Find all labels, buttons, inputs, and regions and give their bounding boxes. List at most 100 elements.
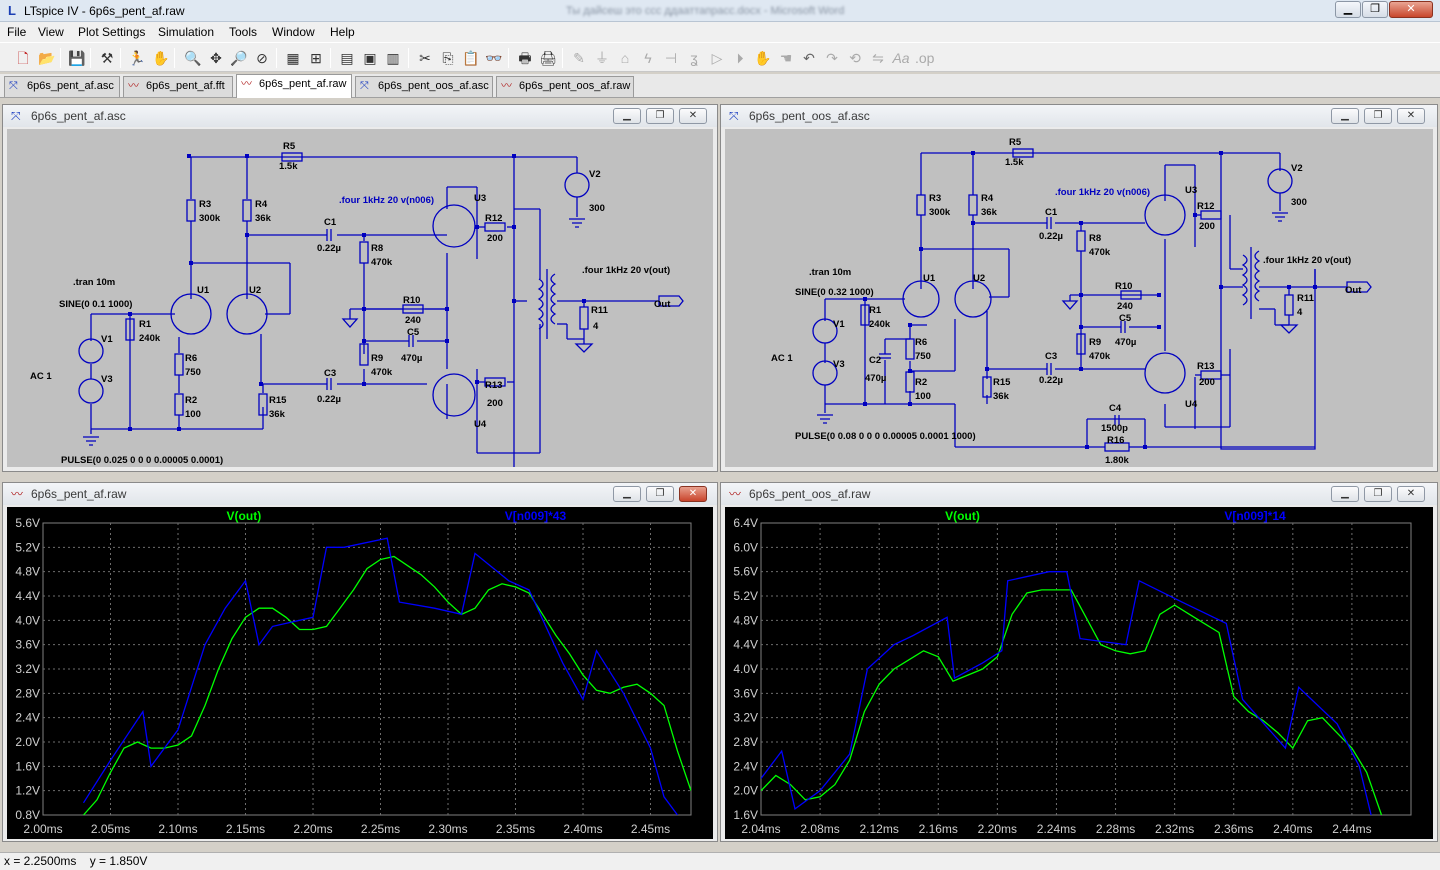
text-icon[interactable]: Aa bbox=[892, 49, 910, 67]
x-tick-label: 2.20ms bbox=[978, 822, 1017, 836]
zoom-out-icon[interactable]: 🔎 bbox=[230, 49, 248, 67]
halt-icon[interactable]: ✋ bbox=[152, 49, 170, 67]
pane-close-button[interactable]: ✕ bbox=[679, 108, 707, 124]
svg-text:.tran 10m: .tran 10m bbox=[73, 277, 115, 288]
maximize-button[interactable]: ❐ bbox=[1362, 1, 1388, 18]
svg-text:R9: R9 bbox=[1089, 337, 1101, 348]
pane-restore-button[interactable]: ❐ bbox=[646, 486, 674, 502]
autorange-icon[interactable]: ▦ bbox=[284, 49, 302, 67]
tab-6p6s-pent-af-raw[interactable]: 〰 6p6s_pent_af.raw bbox=[236, 74, 352, 98]
resistor-icon[interactable]: ϟ bbox=[639, 49, 657, 67]
y-tick-label: 3.6V bbox=[15, 638, 40, 652]
open-icon[interactable]: 📂 bbox=[38, 49, 56, 67]
schematic-canvas-2[interactable]: R5 1.5k R3 300k R4 36k C1 0.22µ R8 470k U3 R1… bbox=[725, 129, 1433, 467]
undo-icon[interactable]: ↶ bbox=[800, 49, 818, 67]
svg-text:R5: R5 bbox=[283, 141, 296, 152]
control-panel-icon[interactable]: ⚒ bbox=[98, 49, 116, 67]
run-icon[interactable]: 🏃 bbox=[128, 49, 146, 67]
cut-icon[interactable]: ✂ bbox=[416, 49, 434, 67]
mirror-icon[interactable]: ⇋ bbox=[869, 49, 887, 67]
x-tick-label: 2.40ms bbox=[563, 822, 602, 836]
svg-text:R3: R3 bbox=[929, 193, 941, 204]
copy-icon[interactable]: ⎘ bbox=[439, 49, 457, 67]
move-icon[interactable]: ✋ bbox=[754, 49, 772, 67]
pane-title: 6p6s_pent_oos_af.asc bbox=[749, 109, 870, 123]
svg-text:36k: 36k bbox=[981, 207, 998, 218]
x-tick-label: 2.45ms bbox=[631, 822, 670, 836]
label-icon[interactable]: ⌂ bbox=[616, 49, 634, 67]
print-icon[interactable]: 🖨 bbox=[539, 49, 557, 67]
tab-6p6s-pent-af-fft[interactable]: 〰 6p6s_pent_af.fft bbox=[123, 76, 233, 97]
drag-icon[interactable]: ☚ bbox=[777, 49, 795, 67]
x-tick-label: 2.08ms bbox=[800, 822, 839, 836]
wire-icon[interactable]: ✎ bbox=[570, 49, 588, 67]
legend-label: V[n009]*14 bbox=[1224, 509, 1286, 523]
pane-minimize-button[interactable]: ▁ bbox=[1331, 486, 1359, 502]
inductor-icon[interactable]: ʓ bbox=[685, 49, 703, 67]
diode-icon[interactable]: ▷ bbox=[708, 49, 726, 67]
svg-text:240: 240 bbox=[1117, 301, 1133, 312]
svg-text:.four 1kHz 20 v(out): .four 1kHz 20 v(out) bbox=[1263, 255, 1351, 266]
paste-icon[interactable]: 📋 bbox=[462, 49, 480, 67]
pane-restore-button[interactable]: ❐ bbox=[1364, 486, 1392, 502]
menu-simulation[interactable]: Simulation bbox=[158, 25, 214, 39]
capacitor-icon[interactable]: ⊣ bbox=[662, 49, 680, 67]
svg-text:R5: R5 bbox=[1009, 137, 1022, 148]
fit-icon[interactable]: ⊞ bbox=[307, 49, 325, 67]
pane-minimize-button[interactable]: ▁ bbox=[1331, 108, 1359, 124]
close-button[interactable]: ✕ bbox=[1389, 1, 1433, 18]
x-tick-label: 2.35ms bbox=[496, 822, 535, 836]
pane-close-button[interactable]: ✕ bbox=[1397, 486, 1425, 502]
menu-view[interactable]: View bbox=[38, 25, 64, 39]
menu-file[interactable]: File bbox=[7, 25, 26, 39]
tab-6p6s-pent-oos-af-raw[interactable]: 〰 6p6s_pent_oos_af.raw bbox=[496, 76, 634, 97]
y-tick-label: 5.2V bbox=[15, 540, 40, 554]
find-icon[interactable]: 👓 bbox=[485, 49, 503, 67]
menu-tools[interactable]: Tools bbox=[229, 25, 257, 39]
new-schematic-icon[interactable]: 🗋 bbox=[14, 49, 32, 67]
pane-close-button[interactable]: ✕ bbox=[679, 486, 707, 502]
tile-horizontal-icon[interactable]: ▤ bbox=[338, 49, 356, 67]
tab-6p6s-pent-oos-af-asc[interactable]: ⤧ 6p6s_pent_oos_af.asc bbox=[355, 76, 493, 97]
tile-vertical-icon[interactable]: ▥ bbox=[384, 49, 402, 67]
waveform-plot-1[interactable]: 5.6V 5.2V 4.8V 4.4V 4.0V 3.6V 3.2V 2.8V 2.4V 2.0V… bbox=[7, 507, 713, 839]
pane-restore-button[interactable]: ❐ bbox=[646, 108, 674, 124]
schematic-icon: ⤧ bbox=[9, 80, 18, 92]
menu-window[interactable]: Window bbox=[272, 25, 315, 39]
svg-text:1.80k: 1.80k bbox=[1105, 455, 1129, 466]
window-title: LTspice IV - 6p6s_pent_af.raw bbox=[24, 4, 185, 18]
pane-close-button[interactable]: ✕ bbox=[1397, 108, 1425, 124]
svg-text:C5: C5 bbox=[1119, 313, 1132, 324]
pan-icon[interactable]: ✥ bbox=[207, 49, 225, 67]
tab-6p6s-pent-af-asc[interactable]: ⤧ 6p6s_pent_af.asc bbox=[4, 76, 120, 97]
svg-text:4: 4 bbox=[593, 321, 599, 332]
svg-text:PULSE(0 0.025 0 0 0 0.00005 0.: PULSE(0 0.025 0 0 0 0.00005 0.0001) bbox=[61, 455, 223, 466]
zoom-in-icon[interactable]: 🔍 bbox=[184, 49, 202, 67]
pane-minimize-button[interactable]: ▁ bbox=[613, 486, 641, 502]
pane-restore-button[interactable]: ❐ bbox=[1364, 108, 1392, 124]
x-tick-label: 2.32ms bbox=[1155, 822, 1194, 836]
cascade-icon[interactable]: ▣ bbox=[361, 49, 379, 67]
zoom-cancel-icon[interactable]: ⊘ bbox=[253, 49, 271, 67]
menu-help[interactable]: Help bbox=[330, 25, 355, 39]
pane-title-bar: ⤧ 6p6s_pent_af.asc ▁ ❐ ✕ bbox=[3, 105, 717, 127]
ground-icon[interactable]: ⏚ bbox=[593, 49, 611, 67]
svg-text:100: 100 bbox=[915, 391, 931, 402]
print-preview-icon[interactable]: 🖶 bbox=[516, 49, 534, 67]
svg-text:240: 240 bbox=[405, 315, 421, 326]
spice-directive-icon[interactable]: .op bbox=[915, 49, 934, 67]
save-icon[interactable]: 💾 bbox=[68, 49, 86, 67]
component-icon[interactable]: ⏵ bbox=[731, 49, 749, 67]
waveform-plot-2[interactable]: 6.4V 6.0V 5.6V 5.2V 4.8V 4.4V 4.0V 3.6V 3.2V 2.8V… bbox=[725, 507, 1433, 839]
series-line-0 bbox=[761, 589, 1383, 815]
redo-icon[interactable]: ↷ bbox=[823, 49, 841, 67]
minimize-button[interactable]: ▁ bbox=[1335, 1, 1361, 18]
svg-text:0.22µ: 0.22µ bbox=[1039, 375, 1063, 386]
menu-plot-settings[interactable]: Plot Settings bbox=[78, 25, 145, 39]
svg-text:470µ: 470µ bbox=[401, 353, 422, 364]
schematic-canvas-1[interactable]: R5 1.5k R3 300k R4 36k C1 0.22µ R8 470k U3 R1… bbox=[7, 129, 713, 467]
rotate-icon[interactable]: ⟲ bbox=[846, 49, 864, 67]
svg-text:V2: V2 bbox=[589, 169, 601, 180]
waveform-window-2: 〰 6p6s_pent_oos_af.raw ▁ ❐ ✕ 6.4V 6.0V 5.6… bbox=[720, 482, 1438, 842]
pane-minimize-button[interactable]: ▁ bbox=[613, 108, 641, 124]
